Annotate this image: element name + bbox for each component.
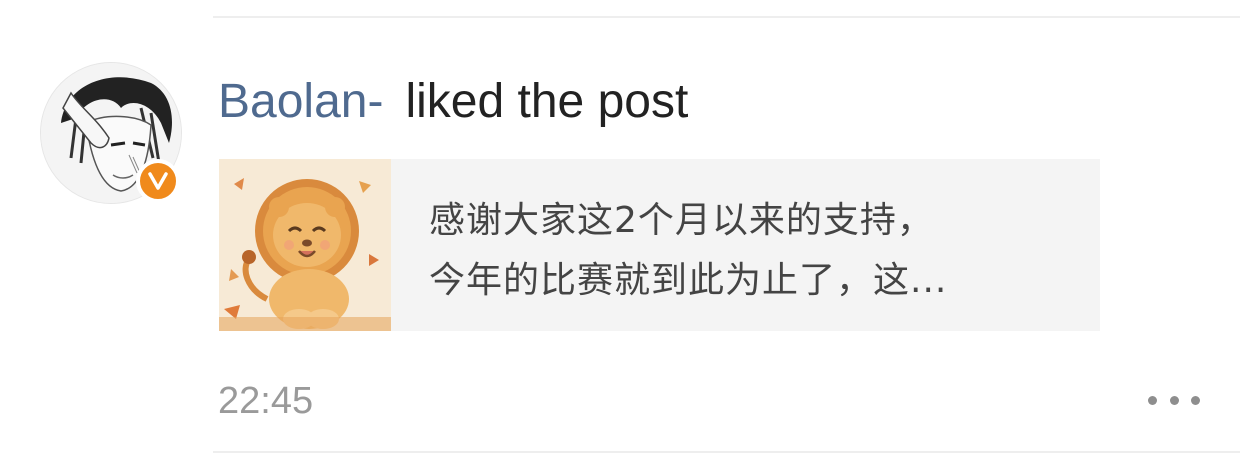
username-link[interactable]: Baolan- [218, 75, 383, 128]
post-thumbnail [219, 159, 391, 331]
post-excerpt-line-1: 感谢大家这2个月以来的支持， [429, 200, 934, 241]
timestamp: 22:45 [218, 380, 314, 422]
bottom-divider [213, 451, 1240, 453]
more-horizontal-icon [1169, 395, 1179, 405]
lion-illustration [219, 159, 391, 331]
notification-header: Baolan-liked the post [218, 72, 688, 132]
post-excerpt-line-2: 今年的比赛就到此为止了，这... [429, 260, 948, 301]
avatar-container[interactable] [40, 62, 182, 204]
verified-v-badge-icon [148, 172, 168, 190]
more-horizontal-icon [1191, 395, 1200, 405]
more-options-button[interactable] [1148, 384, 1200, 416]
more-horizontal-icon [1148, 395, 1157, 405]
action-text: liked the post [405, 75, 689, 128]
notification-card: Baolan-liked the post 感谢大家这2个月以来的支持， 今年的… [0, 0, 1240, 456]
top-divider [213, 16, 1240, 18]
post-preview[interactable]: 感谢大家这2个月以来的支持， 今年的比赛就到此为止了，这... [219, 159, 1100, 331]
verified-badge [136, 159, 180, 203]
post-excerpt: 感谢大家这2个月以来的支持， 今年的比赛就到此为止了，这... [429, 191, 947, 331]
